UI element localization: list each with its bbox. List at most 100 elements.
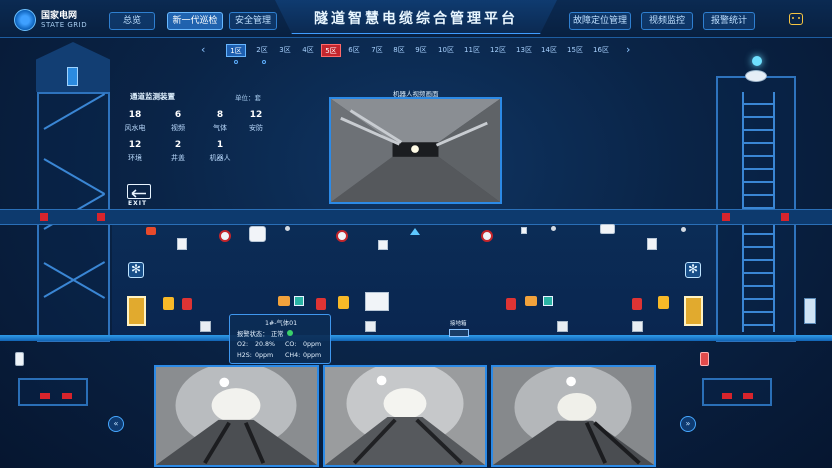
nav-fault-location-button[interactable]: 故障定位管理 [569, 12, 631, 30]
status-dot-icon [287, 330, 293, 336]
zone-tab-15[interactable]: 15区 [564, 44, 586, 57]
zone-tab-5[interactable]: 5区 [321, 44, 341, 57]
zone-next-arrow[interactable]: › [626, 43, 630, 56]
video-next-button[interactable]: » [680, 416, 696, 432]
bullet-camera-icon[interactable] [600, 224, 615, 234]
drain-pump-icon[interactable] [15, 352, 24, 366]
beacon-light-icon [752, 56, 762, 66]
fire-alarm-icon[interactable] [506, 298, 516, 310]
valve-icon[interactable] [40, 393, 50, 399]
video-prev-button[interactable]: « [108, 416, 124, 432]
logo-text-en: STATE GRID [41, 21, 88, 29]
phone-icon[interactable] [658, 296, 669, 309]
monitor-device-icon[interactable] [543, 296, 553, 306]
nav-safety-button[interactable]: 安全管理 [229, 12, 277, 30]
manhole-cover-icon[interactable] [745, 70, 767, 82]
tooltip-status-value: 正常 [271, 331, 284, 338]
fire-alarm-icon[interactable] [632, 298, 642, 310]
video-feed-3[interactable] [491, 365, 656, 467]
phone-icon[interactable] [163, 297, 174, 310]
sensor-box-icon[interactable] [177, 238, 187, 250]
sensor-box-icon[interactable] [378, 240, 388, 250]
shaft-door-icon [67, 67, 78, 86]
state-grid-logo-icon [14, 9, 36, 31]
stat-value-environment: 12 [128, 140, 142, 150]
grounding-box-icon[interactable] [449, 329, 469, 337]
sensor-box-icon[interactable] [521, 227, 527, 234]
stat-label-manhole: 井盖 [171, 154, 185, 162]
sensor-icon[interactable] [632, 321, 643, 332]
zone-tab-7[interactable]: 7区 [367, 44, 387, 57]
tunnel-ceiling [0, 209, 832, 225]
lamp-icon [285, 226, 290, 231]
stat-value-robot: 1 [216, 140, 224, 150]
fire-alarm-icon[interactable] [316, 298, 326, 310]
robot-icon[interactable] [789, 13, 803, 25]
nav-overview-button[interactable]: 总览 [109, 12, 155, 30]
sensor-icon[interactable] [557, 321, 568, 332]
ch4-value: 0ppm [303, 352, 322, 359]
zone-tab-14[interactable]: 14区 [538, 44, 560, 57]
valve-icon[interactable] [743, 393, 753, 399]
grounding-box-label: 接地箱 [450, 321, 467, 327]
stat-value-power: 18 [128, 110, 142, 120]
valve-icon[interactable] [781, 213, 789, 221]
valve-icon[interactable] [40, 213, 48, 221]
zone-tab-4[interactable]: 4区 [298, 44, 318, 57]
inspection-robot-icon[interactable] [249, 226, 266, 242]
camera-icon[interactable] [336, 230, 348, 242]
zone-tab-13[interactable]: 13区 [513, 44, 535, 57]
phone-icon[interactable] [338, 296, 349, 309]
exhaust-fan-icon[interactable] [128, 262, 144, 278]
zone-tab-11[interactable]: 11区 [461, 44, 483, 57]
zone-tab-10[interactable]: 10区 [435, 44, 457, 57]
nav-inspection-button[interactable]: 新一代巡检 [167, 12, 223, 30]
fire-door-icon[interactable] [127, 296, 146, 326]
stat-label-environment: 环境 [128, 154, 142, 162]
exhaust-fan-icon[interactable] [685, 262, 701, 278]
h2s-label: H2S: [237, 352, 252, 359]
video-feed-2[interactable] [323, 365, 487, 467]
electrical-panel-icon[interactable] [804, 298, 816, 324]
gas-detector-icon[interactable] [525, 296, 537, 306]
zone-tab-16[interactable]: 16区 [590, 44, 612, 57]
drain-pump-alarm-icon[interactable] [700, 352, 709, 366]
nav-video-monitor-button[interactable]: 视频监控 [641, 12, 693, 30]
zone-tab-1[interactable]: 1区 [226, 44, 246, 57]
logo-text-cn: 国家电网 [41, 11, 78, 21]
control-cabinet-icon[interactable] [365, 292, 389, 311]
zone-tab-9[interactable]: 9区 [411, 44, 431, 57]
sensor-box-icon[interactable] [647, 238, 657, 250]
co-label: CO: [285, 341, 297, 348]
zone-prev-arrow[interactable]: ‹ [201, 43, 205, 56]
sensor-icon[interactable] [365, 321, 376, 332]
valve-icon[interactable] [97, 213, 105, 221]
zone-page-dot[interactable] [234, 60, 238, 64]
alarm-light-icon[interactable] [146, 227, 156, 235]
gas-detector-icon[interactable] [278, 296, 290, 306]
h2s-value: 0ppm [255, 352, 274, 359]
camera-icon[interactable] [481, 230, 493, 242]
video-feed-1[interactable] [154, 365, 319, 467]
fire-alarm-icon[interactable] [182, 298, 192, 310]
gas-sensor-tooltip: 1#-气体01 报警状态： 正常 O2: 20.8% CO: 0ppm H2S:… [229, 314, 331, 364]
fire-door-icon[interactable] [684, 296, 703, 326]
page-title: 隧道智慧电缆综合管理平台 [314, 11, 518, 27]
zone-tab-8[interactable]: 8区 [389, 44, 409, 57]
zone-tab-3[interactable]: 3区 [275, 44, 295, 57]
nav-alarm-stats-button[interactable]: 报警统计 [703, 12, 755, 30]
valve-icon[interactable] [722, 393, 732, 399]
stat-label-video: 视频 [171, 124, 185, 132]
zone-tab-2[interactable]: 2区 [252, 44, 272, 57]
stat-label-security: 安防 [249, 124, 263, 132]
sensor-icon[interactable] [200, 321, 211, 332]
valve-icon[interactable] [62, 393, 72, 399]
zone-page-dot[interactable] [262, 60, 266, 64]
camera-icon[interactable] [219, 230, 231, 242]
monitor-device-icon[interactable] [294, 296, 304, 306]
robot-video-feed[interactable] [329, 97, 502, 204]
tooltip-status-label: 报警状态： [237, 331, 269, 338]
zone-tab-6[interactable]: 6区 [344, 44, 364, 57]
zone-tab-12[interactable]: 12区 [487, 44, 509, 57]
valve-icon[interactable] [722, 213, 730, 221]
